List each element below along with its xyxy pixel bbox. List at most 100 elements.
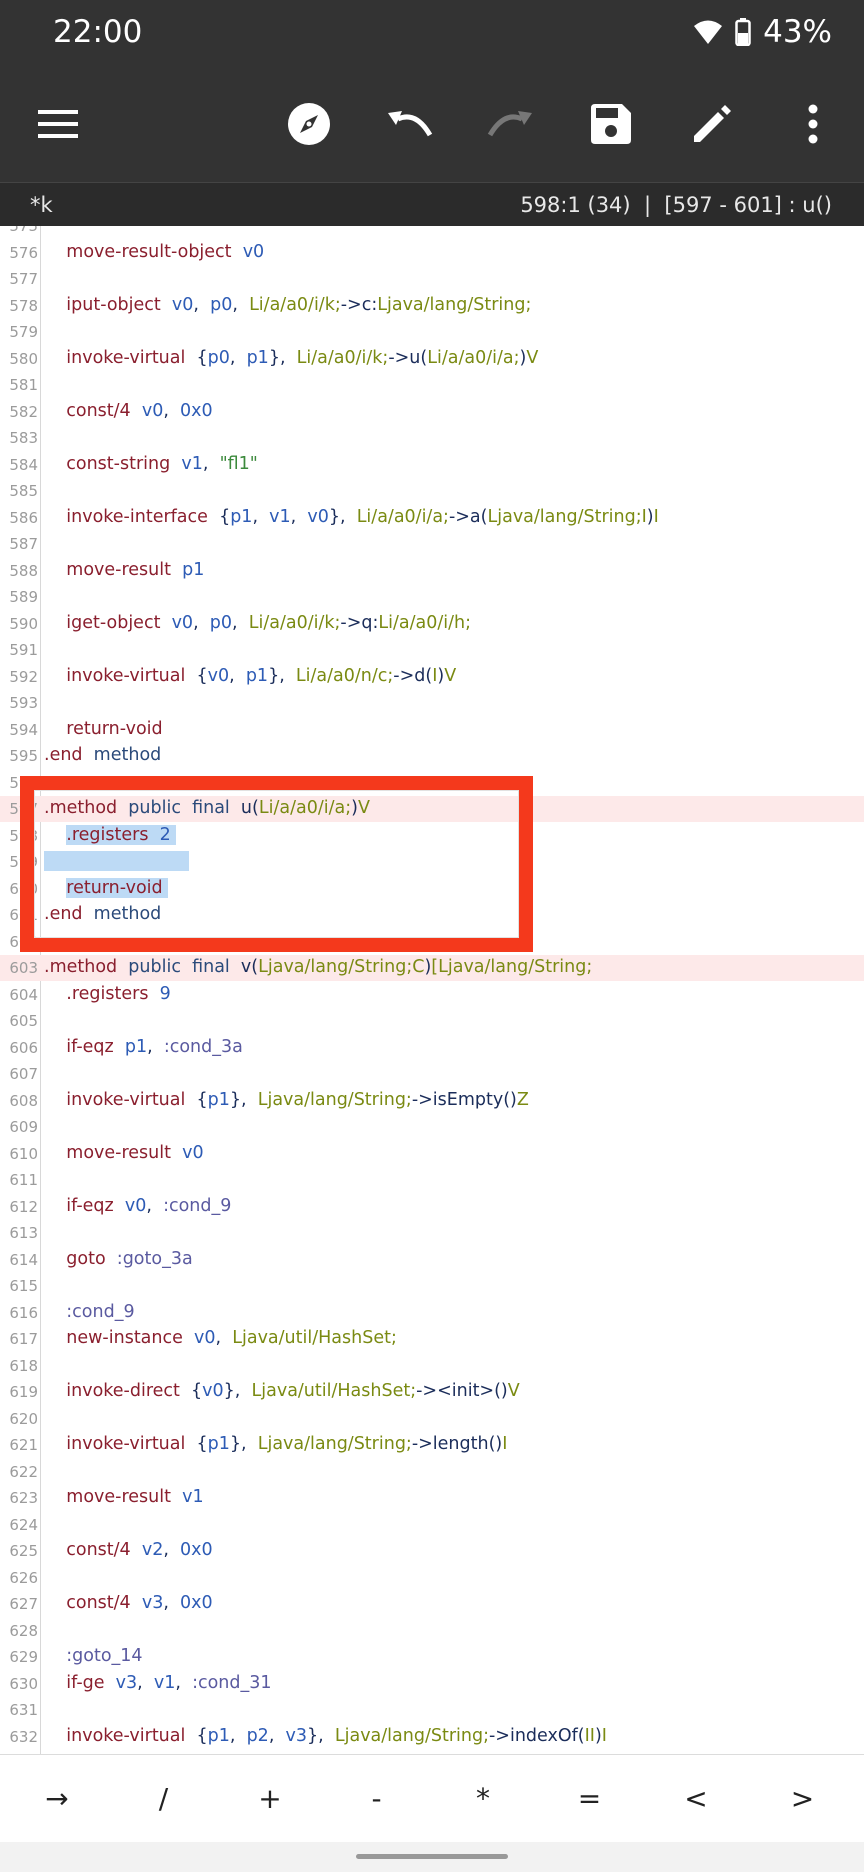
code-line[interactable]: 621 invoke-virtual {p1}, Ljava/lang/Stri… [0, 1432, 864, 1458]
code-line[interactable]: 627 const/4 v3, 0x0 [0, 1591, 864, 1617]
code-text[interactable]: invoke-interface {p1, v1, v0}, Li/a/a0/i… [44, 507, 659, 527]
edit-icon[interactable] [680, 92, 744, 156]
code-text[interactable]: if-ge v3, v1, :cond_31 [44, 1673, 271, 1693]
code-text[interactable]: move-result p1 [44, 560, 204, 580]
code-line[interactable]: 577 [0, 266, 864, 292]
file-name: *k [30, 193, 53, 217]
save-icon[interactable] [579, 92, 643, 156]
menu-icon[interactable] [26, 92, 90, 156]
code-line[interactable]: 592 invoke-virtual {v0, p1}, Li/a/a0/n/c… [0, 664, 864, 690]
code-line[interactable]: 616 :cond_9 [0, 1300, 864, 1326]
code-line[interactable]: 607 [0, 1061, 864, 1087]
code-line[interactable]: 584 const-string v1, "fl1" [0, 452, 864, 478]
code-text[interactable]: iget-object v0, p0, Li/a/a0/i/k;->q:Li/a… [44, 613, 471, 633]
code-line[interactable]: 625 const/4 v2, 0x0 [0, 1538, 864, 1564]
symbol-key[interactable]: - [337, 1773, 417, 1825]
code-text[interactable]: :goto_14 [44, 1646, 142, 1666]
symbol-key[interactable]: → [17, 1773, 97, 1825]
code-line[interactable]: 612 if-eqz v0, :cond_9 [0, 1194, 864, 1220]
code-line[interactable]: 615 [0, 1273, 864, 1299]
code-line[interactable]: 580 invoke-virtual {p0, p1}, Li/a/a0/i/k… [0, 346, 864, 372]
code-text[interactable]: .method public final v(Ljava/lang/String… [44, 957, 592, 977]
code-text[interactable]: new-instance v0, Ljava/util/HashSet; [44, 1328, 397, 1348]
code-line[interactable]: 588 move-result p1 [0, 558, 864, 584]
code-line[interactable]: 591 [0, 637, 864, 663]
code-line[interactable]: 593 [0, 690, 864, 716]
undo-icon[interactable] [378, 92, 442, 156]
code-line[interactable]: 624 [0, 1512, 864, 1538]
symbol-key[interactable]: + [230, 1773, 310, 1825]
code-line[interactable]: 617 new-instance v0, Ljava/util/HashSet; [0, 1326, 864, 1352]
symbol-key[interactable]: * [443, 1773, 523, 1825]
code-line[interactable]: 578 iput-object v0, p0, Li/a/a0/i/k;->c:… [0, 293, 864, 319]
code-line[interactable]: 614 goto :goto_3a [0, 1247, 864, 1273]
code-line[interactable]: 610 move-result v0 [0, 1141, 864, 1167]
code-text[interactable]: move-result-object v0 [44, 242, 264, 262]
symbol-key[interactable]: / [124, 1773, 204, 1825]
code-text[interactable]: const/4 v3, 0x0 [44, 1593, 212, 1613]
code-text[interactable]: invoke-virtual {p1}, Ljava/lang/String;-… [44, 1434, 507, 1454]
code-line[interactable]: 579 [0, 319, 864, 345]
code-line[interactable]: 595 .end method [0, 743, 864, 769]
code-text[interactable]: iput-object v0, p0, Li/a/a0/i/k;->c:Ljav… [44, 295, 531, 315]
code-line[interactable]: 576 move-result-object v0 [0, 240, 864, 266]
code-line[interactable]: 629 :goto_14 [0, 1644, 864, 1670]
line-number: 581 [9, 376, 38, 394]
symbol-key[interactable]: = [550, 1773, 630, 1825]
code-line[interactable]: 631 [0, 1697, 864, 1723]
more-vert-icon[interactable] [781, 92, 845, 156]
code-text[interactable]: return-void [44, 719, 162, 739]
code-editor[interactable]: 575 576 move-result-object v0 577 578 iput-… [0, 226, 864, 1754]
home-indicator[interactable] [356, 1854, 508, 1859]
code-line[interactable]: 585 [0, 478, 864, 504]
code-text[interactable]: const/4 v0, 0x0 [44, 401, 212, 421]
code-text[interactable]: move-result v0 [44, 1143, 203, 1163]
code-line[interactable]: 605 [0, 1008, 864, 1034]
code-text[interactable]: .registers 9 [44, 984, 170, 1004]
code-line[interactable]: 608 invoke-virtual {p1}, Ljava/lang/Stri… [0, 1088, 864, 1114]
code-text[interactable]: invoke-virtual {p0, p1}, Li/a/a0/i/k;->u… [44, 348, 538, 368]
code-text[interactable]: :cond_9 [44, 1302, 134, 1322]
code-line[interactable]: 609 [0, 1114, 864, 1140]
code-text[interactable]: if-eqz p1, :cond_3a [44, 1037, 243, 1057]
code-line[interactable]: 630 if-ge v3, v1, :cond_31 [0, 1671, 864, 1697]
code-text[interactable]: goto :goto_3a [44, 1249, 192, 1269]
code-line[interactable]: 606 if-eqz p1, :cond_3a [0, 1035, 864, 1061]
code-line[interactable]: 618 [0, 1353, 864, 1379]
code-line[interactable]: 603 .method public final v(Ljava/lang/Str… [0, 955, 864, 982]
symbol-key[interactable]: > [763, 1773, 843, 1825]
code-text[interactable]: const-string v1, "fl1" [44, 454, 258, 474]
code-line[interactable]: 582 const/4 v0, 0x0 [0, 399, 864, 425]
code-line[interactable]: 583 [0, 425, 864, 451]
code-text[interactable]: invoke-virtual {p1, p2, v3}, Ljava/lang/… [44, 1726, 607, 1746]
code-line[interactable]: 575 [0, 226, 864, 239]
code-line[interactable]: 622 [0, 1459, 864, 1485]
code-line[interactable]: 632 invoke-virtual {p1, p2, v3}, Ljava/l… [0, 1724, 864, 1750]
battery-percent: 43% [763, 14, 832, 50]
code-line[interactable]: 623 move-result v1 [0, 1485, 864, 1511]
code-line[interactable]: 620 [0, 1406, 864, 1432]
code-line[interactable]: 628 [0, 1618, 864, 1644]
code-line[interactable]: 611 [0, 1167, 864, 1193]
code-text[interactable]: .end method [44, 745, 161, 765]
code-line[interactable]: 604 .registers 9 [0, 982, 864, 1008]
code-line[interactable]: 589 [0, 584, 864, 610]
code-line[interactable]: 586 invoke-interface {p1, v1, v0}, Li/a/… [0, 505, 864, 531]
code-text[interactable]: invoke-virtual {v0, p1}, Li/a/a0/n/c;->d… [44, 666, 456, 686]
compass-icon[interactable] [277, 92, 341, 156]
cursor-position: 598:1 (34) | [597 - 601] : u() [520, 193, 832, 217]
code-text[interactable]: invoke-direct {v0}, Ljava/util/HashSet;-… [44, 1381, 519, 1401]
code-line[interactable]: 626 [0, 1565, 864, 1591]
code-text[interactable]: const/4 v2, 0x0 [44, 1540, 212, 1560]
code-text[interactable]: move-result v1 [44, 1487, 203, 1507]
code-text[interactable]: invoke-virtual {p1}, Ljava/lang/String;-… [44, 1090, 529, 1110]
symbol-key[interactable]: < [656, 1773, 736, 1825]
code-line[interactable]: 587 [0, 531, 864, 557]
code-line[interactable]: 590 iget-object v0, p0, Li/a/a0/i/k;->q:… [0, 611, 864, 637]
code-line[interactable]: 613 [0, 1220, 864, 1246]
code-text[interactable]: if-eqz v0, :cond_9 [44, 1196, 231, 1216]
code-line[interactable]: 581 [0, 372, 864, 398]
line-number: 608 [9, 1091, 38, 1110]
code-line[interactable]: 594 return-void [0, 717, 864, 743]
code-line[interactable]: 619 invoke-direct {v0}, Ljava/util/HashS… [0, 1379, 864, 1405]
